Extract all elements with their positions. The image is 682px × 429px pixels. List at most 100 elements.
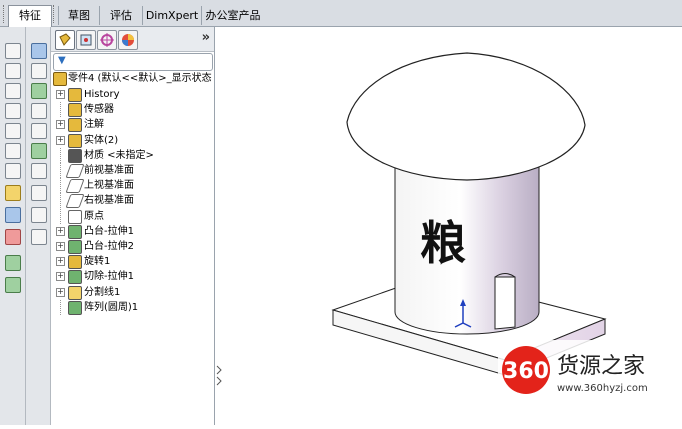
- boss-extrude-icon: [68, 224, 82, 239]
- toolbar-grip[interactable]: [53, 5, 56, 23]
- expand-toggle-icon[interactable]: +: [56, 272, 65, 282]
- graphics-area[interactable]: 粮 360 货源之家 www.360hyzj.com: [215, 27, 682, 425]
- mushroom-cap: [346, 52, 586, 181]
- history-icon: [68, 88, 82, 102]
- watermark-title: 货源之家: [557, 354, 645, 379]
- expand-toggle-icon[interactable]: +: [56, 120, 65, 130]
- feature-manager-tabs: »: [51, 27, 214, 52]
- command-manager-tabbar: 特征 草图 评估 DimXpert 办公室产品: [0, 0, 682, 27]
- tree-item[interactable]: + 注解: [51, 117, 214, 133]
- assembly-icon[interactable]: [5, 255, 21, 271]
- filter-icon: ▼: [58, 55, 66, 66]
- tree-item[interactable]: + 旋转1: [51, 254, 214, 270]
- insert-part-icon[interactable]: [5, 277, 21, 293]
- tree-item-label: 注解: [84, 119, 104, 131]
- tree-item-label: 右视基准面: [84, 195, 134, 207]
- display-manager-tab-icon[interactable]: [118, 30, 138, 50]
- expand-chevron-icon[interactable]: »: [202, 30, 210, 45]
- tree-connector: [60, 163, 61, 178]
- tab-evaluate[interactable]: 评估: [99, 6, 142, 25]
- tree-item[interactable]: 右视基准面: [51, 193, 214, 209]
- extrude-boss-icon[interactable]: [5, 43, 21, 59]
- revolve-cut-icon[interactable]: [5, 143, 21, 159]
- extrude-cut-icon[interactable]: [5, 123, 21, 139]
- shell-icon[interactable]: [31, 63, 47, 79]
- tree-item[interactable]: + 分割线1: [51, 285, 214, 300]
- curves-icon[interactable]: [31, 207, 47, 223]
- circular-pattern-icon: [68, 300, 82, 315]
- watermark-badge: 360: [503, 359, 549, 384]
- feature-filter-field[interactable]: ▼: [53, 53, 213, 71]
- material-icon: [68, 148, 82, 163]
- expand-toggle-icon[interactable]: +: [56, 135, 65, 145]
- tree-item[interactable]: + 实体(2): [51, 133, 214, 148]
- tree-connector: [60, 208, 61, 224]
- secondary-toolbar: [26, 27, 51, 425]
- tree-root-label: 零件4 (默认<<默认>_显示状态: [68, 73, 212, 84]
- tree-connector: [60, 147, 61, 163]
- tab-office-products[interactable]: 办公室产品: [201, 6, 264, 25]
- tree-connector: [60, 299, 61, 315]
- watermark: 360 货源之家 www.360hyzj.com: [498, 340, 682, 400]
- tree-item[interactable]: + 凸台-拉伸2: [51, 239, 214, 254]
- tree-item[interactable]: 材质 <未指定>: [51, 147, 214, 163]
- model-viewport[interactable]: 粮 360 货源之家 www.360hyzj.com: [215, 27, 682, 425]
- pattern-icon[interactable]: [31, 143, 47, 159]
- tree-item[interactable]: + 凸台-拉伸1: [51, 224, 214, 239]
- toolbar-grip[interactable]: [3, 5, 6, 23]
- table-icon[interactable]: [31, 43, 47, 59]
- tree-item-label: 材质 <未指定>: [84, 149, 154, 161]
- tree-item[interactable]: + History: [51, 87, 214, 102]
- origin-icon: [68, 209, 82, 224]
- mirror-icon[interactable]: [31, 163, 47, 179]
- tree-item[interactable]: 前视基准面: [51, 163, 214, 178]
- expand-toggle-icon[interactable]: +: [56, 90, 65, 99]
- dome-icon[interactable]: [31, 229, 47, 245]
- tab-sketch[interactable]: 草图: [58, 6, 99, 25]
- expand-toggle-icon[interactable]: +: [56, 242, 65, 251]
- smart-dimension-icon[interactable]: [5, 207, 21, 223]
- revolve-boss-icon[interactable]: [5, 63, 21, 79]
- tab-dimxpert[interactable]: DimXpert: [142, 6, 201, 25]
- expand-toggle-icon[interactable]: +: [56, 257, 65, 267]
- tree-item[interactable]: 上视基准面: [51, 178, 214, 194]
- tree-item-label: 上视基准面: [84, 180, 134, 192]
- configuration-manager-tab-icon[interactable]: [97, 30, 117, 50]
- features-toolbar: [0, 27, 26, 425]
- fillet-icon[interactable]: [5, 163, 21, 179]
- draft-icon[interactable]: [31, 103, 47, 119]
- hole-icon[interactable]: [31, 123, 47, 139]
- tree-item-label: 实体(2): [84, 134, 119, 146]
- plane-icon: [65, 194, 85, 209]
- panel-splitter-handle[interactable]: [215, 363, 223, 389]
- loft-boss-icon[interactable]: [5, 103, 21, 119]
- plane-icon: [65, 164, 85, 178]
- tree-item[interactable]: 原点: [51, 208, 214, 224]
- tree-item-label: 前视基准面: [84, 165, 134, 176]
- expand-toggle-icon[interactable]: +: [56, 226, 65, 236]
- sketch-icon[interactable]: [5, 185, 21, 201]
- sensor-icon: [68, 103, 82, 118]
- property-manager-tab-icon[interactable]: [76, 30, 96, 50]
- sweep-boss-icon[interactable]: [5, 83, 21, 99]
- reference-geometry-icon[interactable]: [31, 185, 47, 201]
- tree-connector: [60, 178, 61, 194]
- tree-item-label: 凸台-拉伸1: [84, 225, 134, 237]
- part-icon: [53, 72, 67, 86]
- expand-toggle-icon[interactable]: +: [56, 287, 65, 297]
- tree-item-label: 分割线1: [84, 286, 121, 298]
- rib-icon[interactable]: [31, 83, 47, 99]
- relations-icon[interactable]: [5, 229, 21, 245]
- watermark-url: www.360hyzj.com: [557, 383, 648, 394]
- tree-item-label: 旋转1: [84, 256, 111, 268]
- tab-features[interactable]: 特征: [8, 5, 52, 27]
- cut-extrude-icon: [68, 270, 82, 285]
- tree-item[interactable]: 阵列(圆周)1: [51, 299, 214, 315]
- boss-extrude-icon: [68, 240, 82, 254]
- tree-item[interactable]: + 切除-拉伸1: [51, 269, 214, 285]
- annotation-icon: [68, 118, 82, 133]
- tree-root[interactable]: 零件4 (默认<<默认>_显示状态: [51, 71, 214, 86]
- feature-manager-tab-icon[interactable]: [55, 30, 75, 50]
- solid-body-icon: [68, 133, 82, 148]
- tree-item[interactable]: 传感器: [51, 102, 214, 118]
